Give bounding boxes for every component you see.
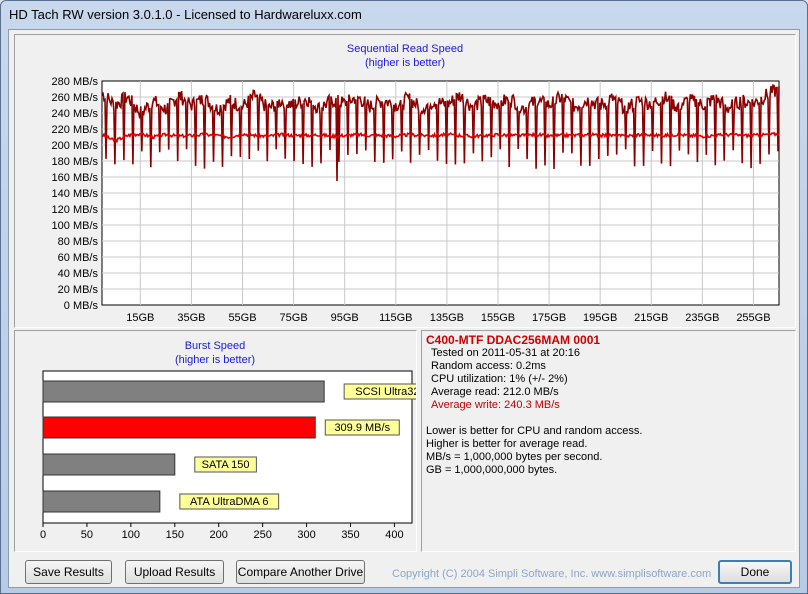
burst-x-tick-label: 50 bbox=[81, 529, 93, 541]
x-tick-label: 135GB bbox=[430, 312, 464, 324]
y-tick-label: 160 MB/s bbox=[52, 172, 99, 184]
burst-x-tick-label: 300 bbox=[297, 529, 315, 541]
y-tick-label: 260 MB/s bbox=[52, 92, 99, 104]
upload-results-button[interactable]: Upload Results bbox=[125, 560, 224, 584]
burst-bar bbox=[42, 490, 161, 513]
y-tick-label: 100 MB/s bbox=[52, 220, 99, 232]
y-tick-label: 280 MB/s bbox=[52, 76, 99, 88]
burst-bar-label: SCSI Ultra320 bbox=[355, 386, 416, 398]
copyright-text: Copyright (C) 2004 Simpli Software, Inc.… bbox=[392, 568, 712, 580]
note-mbs: MB/s = 1,000,000 bytes per second. bbox=[426, 451, 603, 463]
y-tick-label: 200 MB/s bbox=[52, 140, 99, 152]
x-tick-label: 215GB bbox=[634, 312, 668, 324]
burst-bar-label: 309.9 MB/s bbox=[334, 422, 390, 434]
burst-x-tick-label: 200 bbox=[210, 529, 228, 541]
x-tick-label: 175GB bbox=[532, 312, 566, 324]
results-info: C400-MTF DDAC256MAM 0001 Tested on 2011-… bbox=[426, 334, 791, 477]
compare-another-drive-button[interactable]: Compare Another Drive bbox=[236, 560, 365, 584]
y-tick-label: 0 MB/s bbox=[64, 300, 99, 312]
y-tick-label: 80 MB/s bbox=[58, 236, 99, 248]
y-tick-label: 20 MB/s bbox=[58, 284, 99, 296]
y-tick-label: 180 MB/s bbox=[52, 156, 99, 168]
note-read: Higher is better for average read. bbox=[426, 438, 588, 450]
average-write: Average write: 240.3 MB/s bbox=[431, 399, 560, 411]
burst-chart-panel: Burst Speed (higher is better) 0 50 100 150… bbox=[14, 330, 417, 552]
window-title: HD Tach RW version 3.0.1.0 - Licensed to… bbox=[9, 7, 362, 22]
drive-name: C400-MTF DDAC256MAM 0001 bbox=[426, 333, 601, 347]
burst-x-tick-label: 400 bbox=[385, 529, 403, 541]
burst-bar bbox=[42, 380, 325, 403]
y-tick-label: 40 MB/s bbox=[58, 268, 99, 280]
average-read: Average read: 212.0 MB/s bbox=[431, 386, 559, 398]
note-cpu: Lower is better for CPU and random acces… bbox=[426, 425, 643, 437]
burst-bar bbox=[42, 416, 316, 439]
x-tick-label: 55GB bbox=[228, 312, 256, 324]
x-tick-label: 35GB bbox=[177, 312, 205, 324]
burst-bar bbox=[42, 453, 176, 476]
note-gb: GB = 1,000,000,000 bytes. bbox=[426, 464, 558, 476]
x-tick-label: 15GB bbox=[126, 312, 154, 324]
sequential-read-chart: 280 MB/s 260 MB/s 240 MB/s 220 MB/s 200 MB/s… bbox=[52, 76, 780, 324]
x-tick-label: 95GB bbox=[331, 312, 359, 324]
y-tick-label: 60 MB/s bbox=[58, 252, 99, 264]
x-tick-label: 155GB bbox=[481, 312, 515, 324]
burst-x-tick-label: 250 bbox=[253, 529, 271, 541]
burst-x-tick-label: 100 bbox=[122, 529, 140, 541]
y-tick-label: 220 MB/s bbox=[52, 124, 99, 136]
results-info-panel: C400-MTF DDAC256MAM 0001 Tested on 2011-… bbox=[421, 330, 796, 552]
burst-x-tick-label: 350 bbox=[341, 529, 359, 541]
app-window: HD Tach RW version 3.0.1.0 - Licensed to… bbox=[0, 0, 808, 594]
tested-date: Tested on 2011-05-31 at 20:16 bbox=[431, 347, 581, 359]
burst-bar-label: ATA UltraDMA 6 bbox=[190, 496, 268, 508]
y-tick-label: 140 MB/s bbox=[52, 188, 99, 200]
random-access: Random access: 0.2ms bbox=[431, 360, 546, 372]
cpu-utilization: CPU utilization: 1% (+/- 2%) bbox=[431, 373, 568, 385]
x-tick-label: 255GB bbox=[736, 312, 770, 324]
y-tick-label: 120 MB/s bbox=[52, 204, 99, 216]
y-tick-label: 240 MB/s bbox=[52, 108, 99, 120]
done-button[interactable]: Done bbox=[718, 560, 792, 584]
x-tick-label: 195GB bbox=[583, 312, 617, 324]
burst-bar-label: SATA 150 bbox=[202, 459, 250, 471]
burst-x-tick-label: 0 bbox=[40, 529, 46, 541]
burst-speed-chart: 0 50 100 150 200 250 300 350 400 SCSI Ultra320 309… bbox=[40, 370, 416, 541]
x-tick-label: 115GB bbox=[379, 312, 412, 324]
x-tick-label: 235GB bbox=[685, 312, 719, 324]
sequential-chart-panel: Sequential Read Speed (higher is better)… bbox=[14, 34, 796, 328]
burst-x-tick-label: 150 bbox=[166, 529, 184, 541]
x-tick-label: 75GB bbox=[280, 312, 308, 324]
client-area: Sequential Read Speed (higher is better)… bbox=[8, 29, 800, 588]
save-results-button[interactable]: Save Results bbox=[25, 560, 112, 584]
